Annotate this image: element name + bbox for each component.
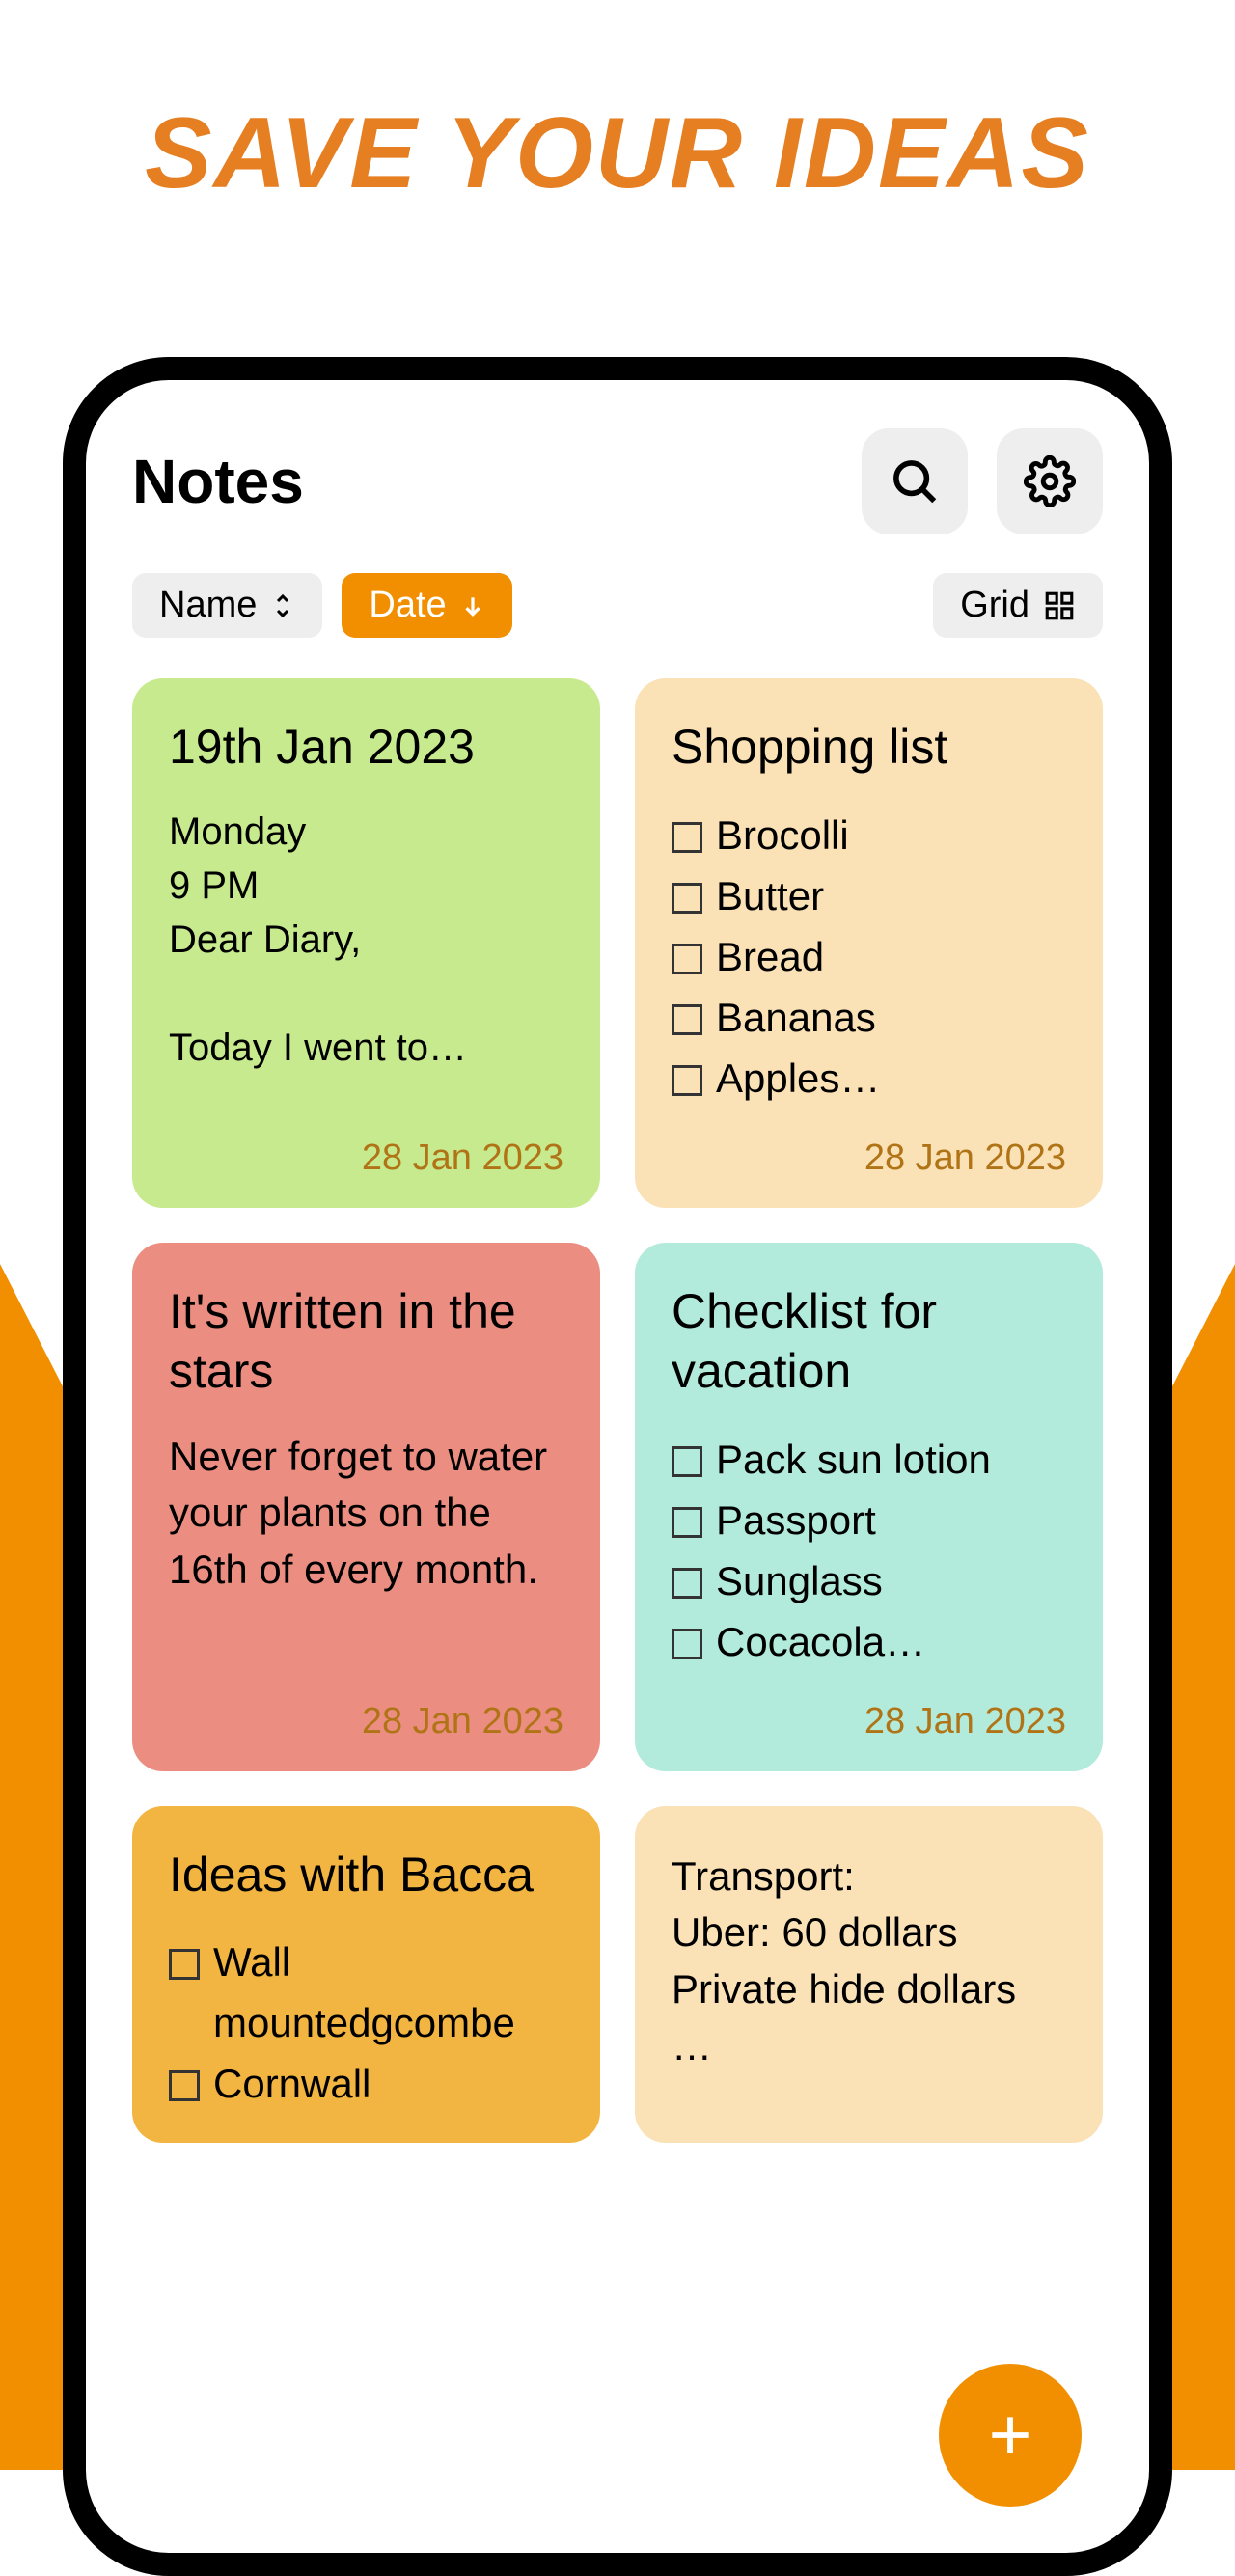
page-title: Notes	[132, 446, 304, 517]
search-icon	[889, 455, 941, 507]
phone-frame: Notes Name Date Grid	[63, 357, 1172, 2576]
item-text: Cocacola…	[716, 1611, 925, 1672]
item-text: Bananas	[716, 987, 876, 1048]
checkbox-icon	[169, 1949, 200, 1980]
list-item: Passport	[672, 1490, 1066, 1550]
settings-button[interactable]	[997, 428, 1103, 534]
checkbox-icon	[672, 883, 702, 914]
checkbox-icon	[672, 822, 702, 853]
list-item: Cornwall	[169, 2053, 563, 2114]
header-row: Notes	[132, 428, 1103, 534]
item-text: Cornwall	[213, 2053, 370, 2114]
note-date: 28 Jan 2023	[672, 1137, 1066, 1179]
list-item: Apples…	[672, 1048, 1066, 1109]
note-card[interactable]: It's written in the stars Never forget t…	[132, 1243, 600, 1771]
list-item: Bread	[672, 926, 1066, 987]
checkbox-icon	[169, 2070, 200, 2101]
item-text: Pack sun lotion	[716, 1429, 991, 1490]
note-title: Checklist for vacation	[672, 1281, 1066, 1402]
note-title: 19th Jan 2023	[169, 717, 563, 778]
list-item: Sunglass	[672, 1550, 1066, 1611]
note-checklist: Brocolli Butter Bread Bananas Apples…	[672, 805, 1066, 1109]
checkbox-icon	[672, 1446, 702, 1477]
grid-icon	[1043, 589, 1076, 622]
arrow-down-icon	[460, 590, 485, 621]
checkbox-icon	[672, 1629, 702, 1659]
checkbox-icon	[672, 1004, 702, 1035]
view-grid-chip[interactable]: Grid	[933, 573, 1103, 638]
item-text: Butter	[716, 865, 824, 926]
note-checklist: Pack sun lotion Passport Sunglass Cocaco…	[672, 1429, 1066, 1672]
note-title: It's written in the stars	[169, 1281, 563, 1402]
note-checklist: Wall mountedgcombe Cornwall	[169, 1932, 563, 2114]
sort-name-chip[interactable]: Name	[132, 573, 322, 638]
note-title: Ideas with Bacca	[169, 1845, 563, 1905]
chip-label: Date	[369, 585, 446, 626]
list-item: Brocolli	[672, 805, 1066, 865]
notes-grid: 19th Jan 2023 Monday 9 PM Dear Diary, To…	[132, 678, 1103, 2143]
list-item: Wall mountedgcombe	[169, 1932, 563, 2053]
note-card[interactable]: Checklist for vacation Pack sun lotion P…	[635, 1243, 1103, 1771]
note-body: Monday 9 PM Dear Diary, Today I went to…	[169, 805, 563, 1109]
sort-icon	[270, 591, 295, 620]
list-item: Pack sun lotion	[672, 1429, 1066, 1490]
checkbox-icon	[672, 1507, 702, 1538]
checkbox-icon	[672, 944, 702, 974]
chip-label: Grid	[960, 585, 1029, 626]
note-card[interactable]: 19th Jan 2023 Monday 9 PM Dear Diary, To…	[132, 678, 600, 1208]
filter-chips: Name Date Grid	[132, 573, 1103, 638]
item-text: Apples…	[716, 1048, 880, 1109]
add-note-button[interactable]	[939, 2364, 1082, 2507]
list-item: Bananas	[672, 987, 1066, 1048]
gear-icon	[1024, 455, 1076, 507]
item-text: Brocolli	[716, 805, 849, 865]
note-date: 28 Jan 2023	[169, 1137, 563, 1179]
note-body: Never forget to water your plants on the…	[169, 1429, 563, 1672]
list-item: Cocacola…	[672, 1611, 1066, 1672]
note-title: Shopping list	[672, 717, 1066, 778]
checkbox-icon	[672, 1065, 702, 1096]
sort-date-chip[interactable]: Date	[342, 573, 511, 638]
hero-title: SAVE YOUR IDEAS	[0, 0, 1235, 211]
item-text: Bread	[716, 926, 824, 987]
note-card[interactable]: Ideas with Bacca Wall mountedgcombe Corn…	[132, 1806, 600, 2144]
item-text: Sunglass	[716, 1550, 883, 1611]
note-body: Transport: Uber: 60 dollars Private hide…	[672, 1849, 1066, 2115]
plus-icon	[983, 2408, 1037, 2462]
note-date: 28 Jan 2023	[672, 1701, 1066, 1742]
checkbox-icon	[672, 1568, 702, 1599]
note-card[interactable]: Transport: Uber: 60 dollars Private hide…	[635, 1806, 1103, 2144]
note-date: 28 Jan 2023	[169, 1701, 563, 1742]
item-text: Passport	[716, 1490, 876, 1550]
list-item: Butter	[672, 865, 1066, 926]
note-card[interactable]: Shopping list Brocolli Butter Bread Bana…	[635, 678, 1103, 1208]
search-button[interactable]	[862, 428, 968, 534]
chip-label: Name	[159, 585, 257, 626]
item-text: Wall mountedgcombe	[213, 1932, 563, 2053]
